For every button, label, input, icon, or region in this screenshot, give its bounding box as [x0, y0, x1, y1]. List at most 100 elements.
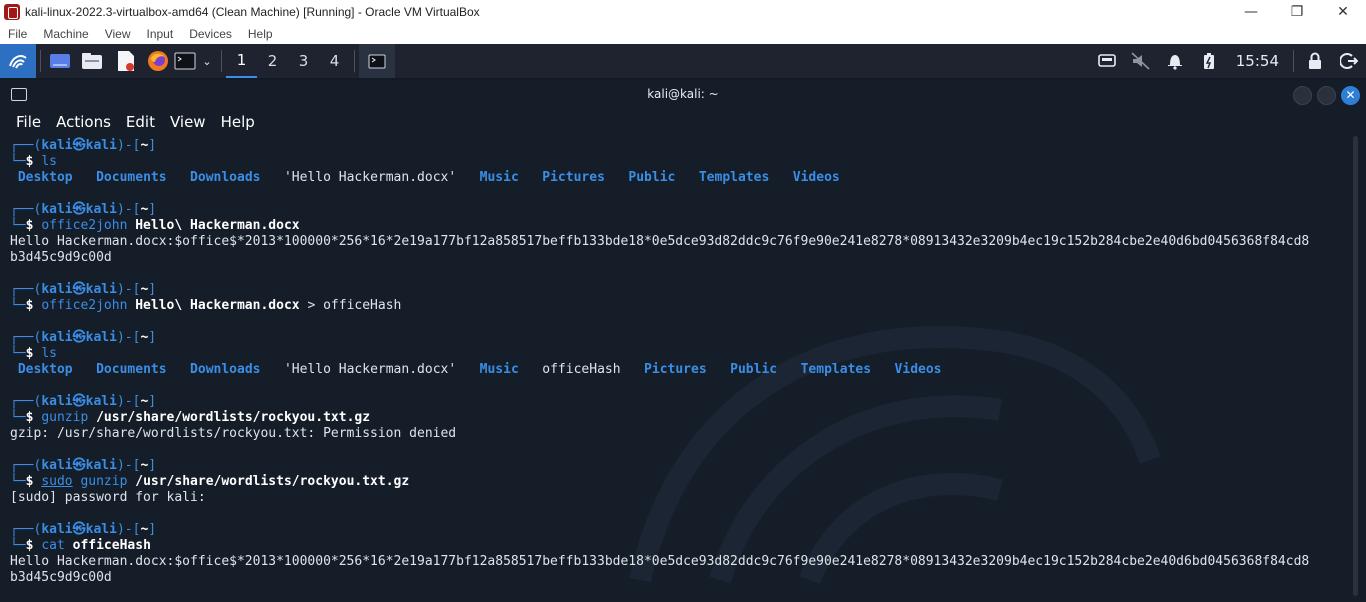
terminal-title: kali@kali: ~	[647, 87, 719, 101]
terminal-minimize-button[interactable]	[1293, 86, 1312, 105]
output-text: Hello Hackerman.docx:$office$*2013*10000…	[10, 554, 1310, 569]
output-line: b3d45c9d9c00d	[10, 570, 1342, 586]
prompt-dollar: $	[25, 474, 42, 489]
directory-entry: Videos	[792, 170, 840, 185]
vbox-menu-machine[interactable]: Machine	[43, 27, 88, 41]
vbox-menu-help[interactable]: Help	[248, 27, 273, 41]
prompt-line: ┌──(kali㉿kali)-[~]	[10, 202, 1342, 218]
vbox-menu-input[interactable]: Input	[147, 27, 174, 41]
file-manager-icon[interactable]	[75, 44, 109, 78]
prompt-frame: ]	[148, 282, 157, 297]
panel-separator	[40, 50, 41, 72]
muted-speaker-icon[interactable]	[1124, 44, 1158, 78]
prompt-frame: ]	[148, 330, 157, 345]
directory-entry: Templates	[800, 362, 872, 377]
prompt-frame: ]	[148, 394, 157, 409]
panel-clock[interactable]: 15:54	[1236, 52, 1279, 70]
close-icon[interactable]: ✕	[1320, 0, 1366, 23]
system-tray: 15:54	[1090, 44, 1366, 78]
prompt-frame: ]	[148, 522, 157, 537]
prompt-frame: └─	[10, 410, 26, 425]
restore-icon[interactable]: ❐	[1274, 0, 1320, 23]
bell-icon[interactable]	[1158, 44, 1192, 78]
vbox-menu-devices[interactable]: Devices	[189, 27, 232, 41]
terminal-menu-actions[interactable]: Actions	[56, 113, 111, 131]
battery-icon[interactable]	[1192, 44, 1226, 78]
show-desktop-icon[interactable]	[45, 44, 75, 78]
terminal-menu-help[interactable]: Help	[221, 113, 255, 131]
workspace-2[interactable]: 2	[257, 44, 288, 78]
directory-entry: Music	[479, 170, 519, 185]
command-name: cat	[41, 538, 65, 553]
terminal-scrollbar[interactable]	[1353, 136, 1358, 596]
command-redirect: > officeHash	[307, 298, 402, 313]
command-args: /usr/share/wordlists/rockyou.txt.gz	[135, 474, 410, 489]
ls-output: Desktop Documents Downloads 'Hello Hacke…	[10, 170, 1342, 186]
terminal-close-button[interactable]: ✕	[1341, 86, 1360, 105]
lock-icon[interactable]	[1298, 44, 1332, 78]
directory-entry: Pictures	[542, 170, 605, 185]
prompt-frame: )-[	[116, 202, 141, 217]
prompt-at: ㉿	[72, 138, 86, 153]
terminal-menu-file[interactable]: File	[16, 113, 41, 131]
virtualbox-title-bar: kali-linux-2022.3-virtualbox-amd64 (Clea…	[0, 0, 1366, 23]
terminal-icon[interactable]	[173, 44, 197, 78]
terminal-title-bar: kali@kali: ~ ✕	[0, 80, 1366, 109]
output-line: gzip: /usr/share/wordlists/rockyou.txt: …	[10, 426, 1342, 442]
terminal-menu-view[interactable]: View	[170, 113, 206, 131]
prompt-frame: )-[	[116, 138, 141, 153]
vbox-menu-view[interactable]: View	[105, 27, 131, 41]
vbox-menu-file[interactable]: File	[8, 27, 27, 41]
prompt-frame: ┌──(	[10, 138, 42, 153]
logout-icon[interactable]	[1332, 44, 1366, 78]
output-line: Hello Hackerman.docx:$office$*2013*10000…	[10, 554, 1342, 570]
firefox-icon[interactable]	[143, 44, 173, 78]
workspace-1[interactable]: 1	[226, 44, 257, 78]
command-args: officeHash	[72, 538, 151, 553]
output-line: b3d45c9d9c00d	[10, 250, 1342, 266]
command-sudo: sudo	[41, 474, 73, 489]
workspace-3[interactable]: 3	[288, 44, 319, 78]
prompt-dollar: $	[25, 410, 42, 425]
panel-separator	[1293, 50, 1294, 72]
prompt-at: ㉿	[72, 202, 86, 217]
directory-entry: Downloads	[190, 362, 261, 377]
command-line: └─$ ls	[10, 346, 1342, 362]
command-name: sudo gunzip	[41, 474, 128, 489]
file-entry: 'Hello Hackerman.docx'	[283, 362, 457, 377]
command-line: └─$ sudo gunzip /usr/share/wordlists/roc…	[10, 474, 1342, 490]
prompt-host: kali	[85, 330, 117, 345]
prompt-host: kali	[85, 458, 117, 473]
output-text: [sudo] password for kali:	[10, 490, 206, 505]
prompt-frame: )-[	[116, 282, 141, 297]
terminal-menu-edit[interactable]: Edit	[126, 113, 155, 131]
command-line: └─$ cat officeHash	[10, 538, 1342, 554]
prompt-at: ㉿	[72, 522, 86, 537]
output-line: [sudo] password for kali:	[10, 490, 1342, 506]
command-args: Hello\ Hackerman.docx	[135, 298, 300, 313]
prompt-user: kali	[41, 138, 73, 153]
terminal-menu-bar: File Actions Edit View Help	[0, 109, 255, 135]
terminal-output[interactable]: ┌──(kali㉿kali)-[~] └─$ ls Desktop Documen…	[10, 138, 1342, 586]
minimize-icon[interactable]: —	[1228, 0, 1274, 23]
text-editor-icon[interactable]	[109, 44, 143, 78]
terminal-window[interactable]: kali@kali: ~ ✕ File Actions Edit View He…	[0, 80, 1366, 602]
kali-menu-icon[interactable]	[0, 44, 36, 78]
directory-entry: Desktop	[17, 362, 73, 377]
terminal-dropdown-icon[interactable]: ⌄	[197, 44, 217, 78]
prompt-frame: ]	[148, 138, 157, 153]
prompt-user: kali	[41, 522, 73, 537]
display-icon[interactable]	[1090, 44, 1124, 78]
command-line: └─$ office2john Hello\ Hackerman.docx	[10, 218, 1342, 234]
terminal-task-icon[interactable]	[359, 44, 395, 78]
command-name: office2john	[41, 298, 128, 313]
prompt-frame: └─	[10, 218, 26, 233]
workspace-4[interactable]: 4	[319, 44, 350, 78]
prompt-user: kali	[41, 458, 73, 473]
terminal-maximize-button[interactable]	[1317, 86, 1336, 105]
prompt-at: ㉿	[72, 458, 86, 473]
